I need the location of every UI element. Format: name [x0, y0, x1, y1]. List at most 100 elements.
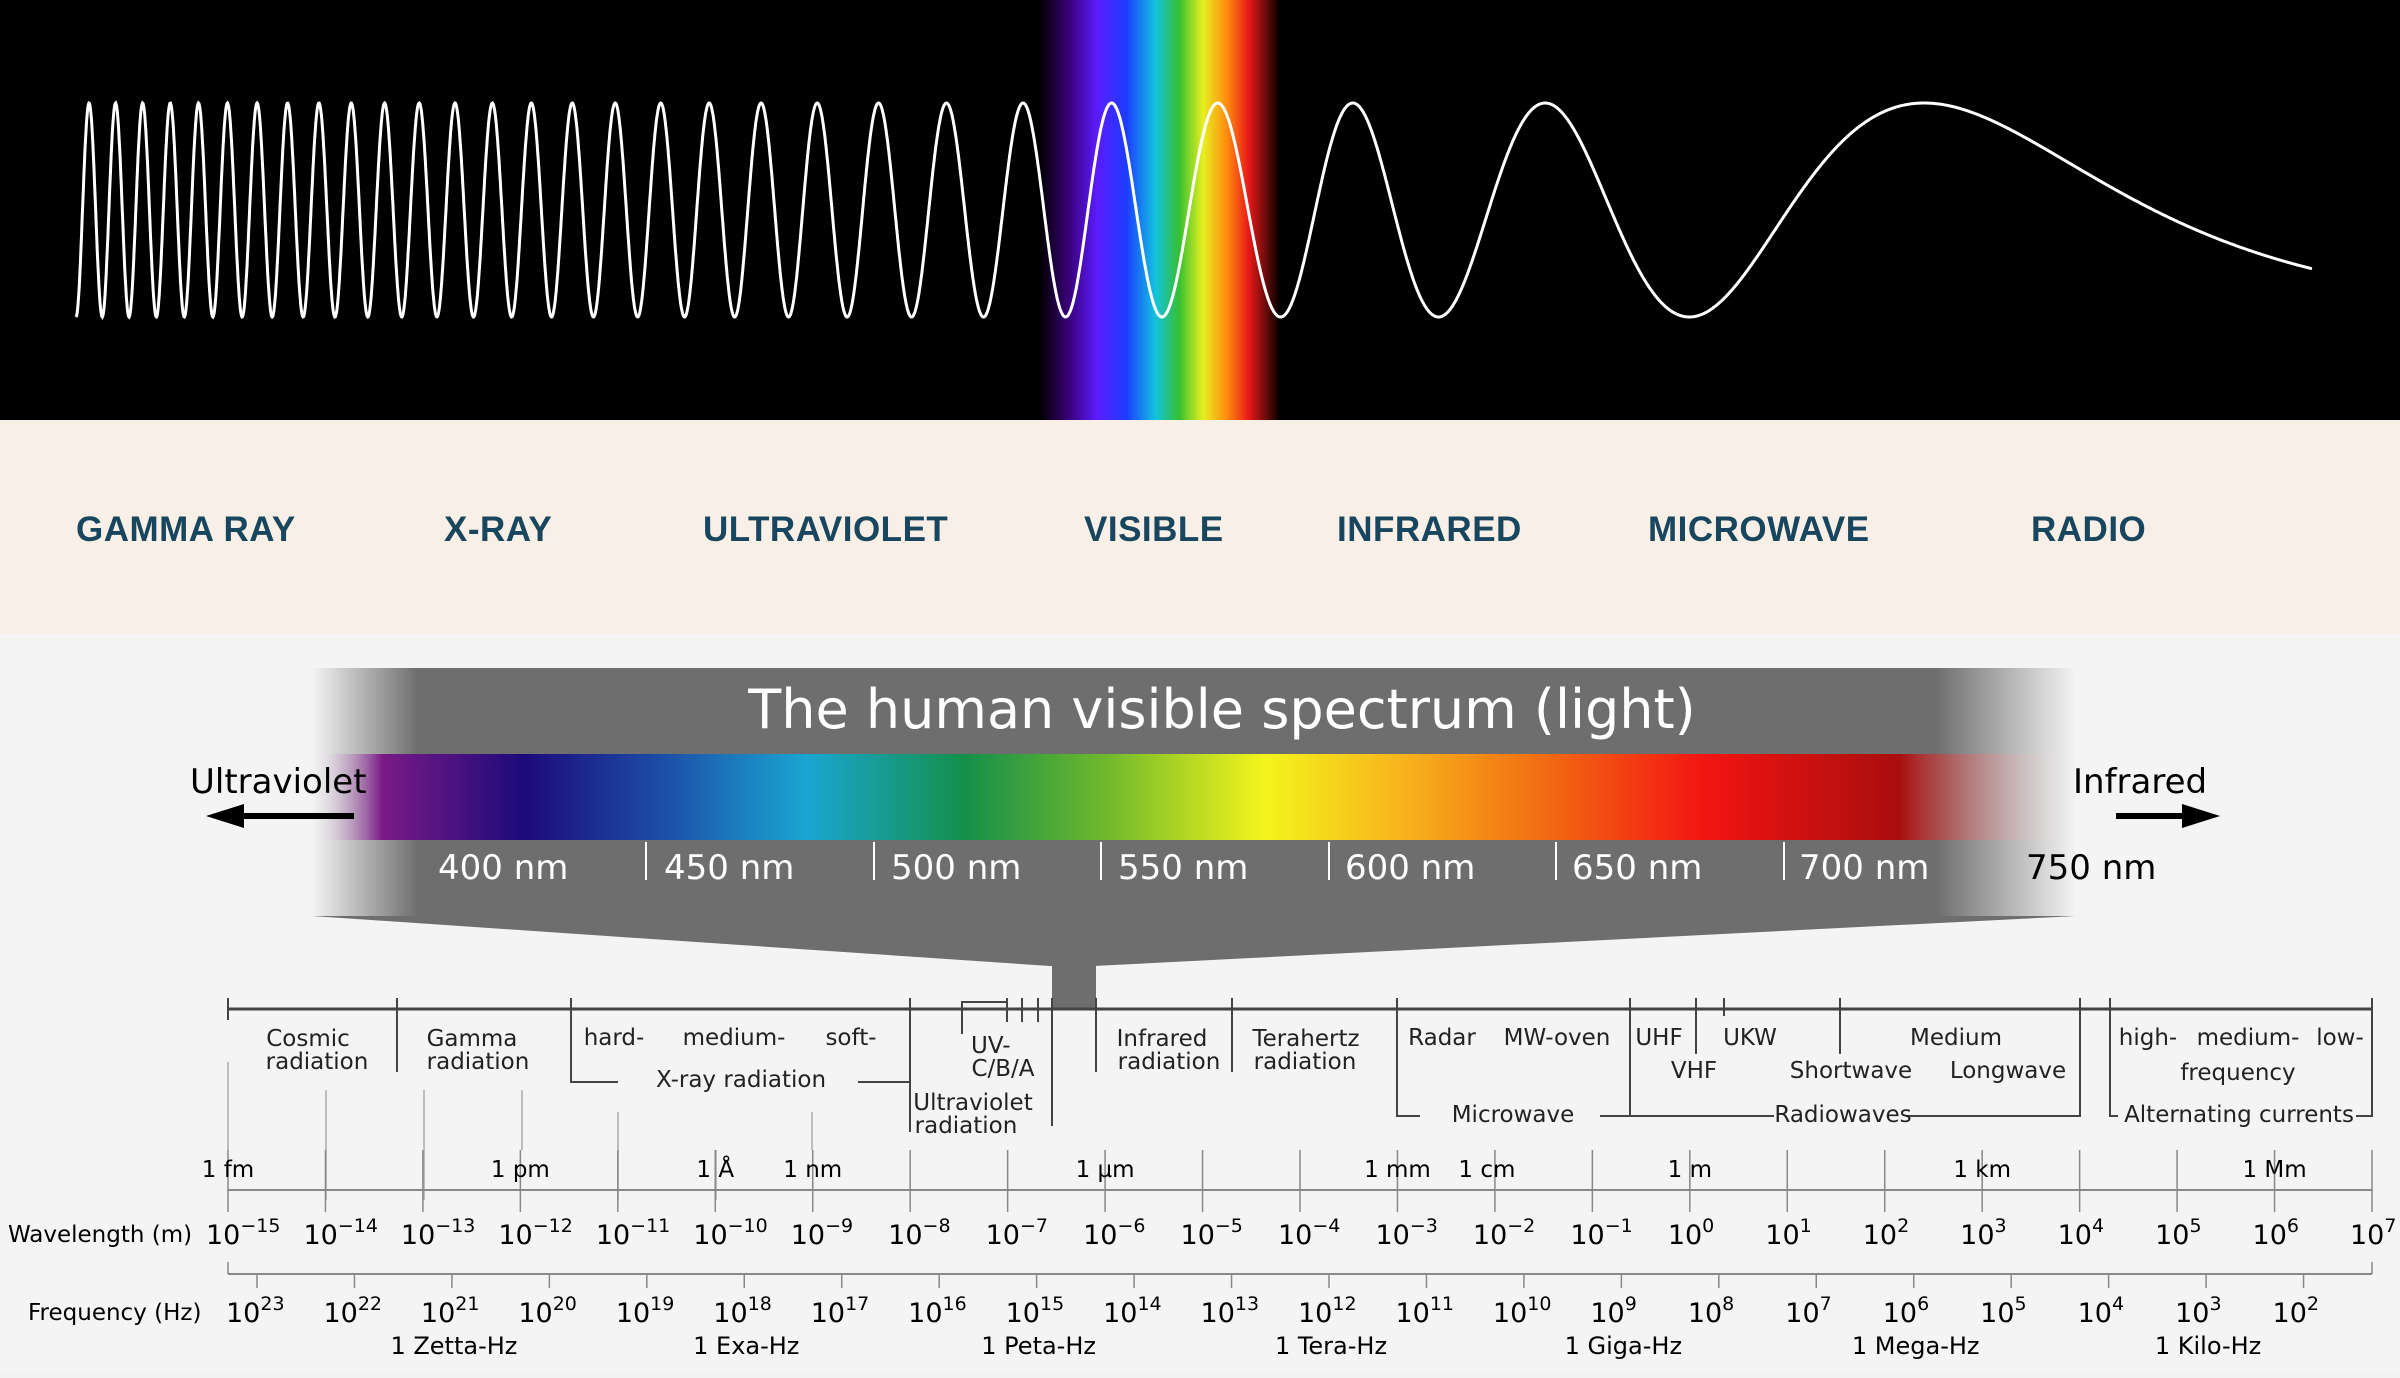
nm-tick-750: 750 nm — [2026, 848, 2156, 888]
label-alternating-currents: Alternating currents — [2124, 1102, 2354, 1128]
wavelength-tick-label: 10−5 — [1181, 1215, 1243, 1251]
label-cosmic-radiation: radiation — [266, 1049, 369, 1075]
wavelength-tick-label: 103 — [1960, 1215, 2006, 1251]
frequency-unit-label: 1 Peta-Hz — [981, 1332, 1096, 1360]
wavelength-tick-label: 102 — [1863, 1215, 1909, 1251]
frequency-axis: 1023 1022 1021 1020 1019 1018 1017 1016 1015 1014… — [226, 1262, 2373, 1360]
frequency-unit-label: 1 Exa-Hz — [693, 1332, 799, 1360]
wavelength-label: Wavelength (m) — [8, 1222, 192, 1248]
frequency-tick-label: 1015 — [1006, 1293, 1065, 1329]
wavelength-tick-label: 10−6 — [1083, 1215, 1145, 1251]
wavelength-tick-label: 10−11 — [596, 1215, 670, 1251]
band-label-ultraviolet: ULTRAVIOLET — [703, 510, 949, 549]
band-label-microwave: MICROWAVE — [1648, 510, 1870, 549]
frequency-unit-label: 1 Kilo-Hz — [2155, 1332, 2261, 1360]
wavelength-tick-label: 107 — [2350, 1215, 2396, 1251]
frequency-tick-label: 109 — [1590, 1293, 1636, 1329]
frequency-tick-label: 1021 — [421, 1293, 480, 1329]
nm-tick-500: 500 nm — [891, 848, 1021, 888]
wavelength-tick-label: 10−9 — [791, 1215, 853, 1251]
frequency-tick-label: 105 — [1980, 1293, 2026, 1329]
wavelength-axis: 1 fm 1 pm 1 Å 1 nm 1 µm 1 mm 1 cm 1 m 1 km 1 Mm 1… — [202, 1150, 2396, 1251]
visible-spectrum-title: The human visible spectrum (light) — [747, 678, 1695, 741]
wavelength-unit-label: 1 km — [1953, 1157, 2011, 1183]
wavelength-tick-label: 10−1 — [1570, 1215, 1632, 1251]
frequency-tick-label: 1012 — [1298, 1293, 1357, 1329]
wavelength-tick-label: 10−13 — [401, 1215, 475, 1251]
frequency-unit-label: 1 Giga-Hz — [1565, 1332, 1682, 1360]
label-medium-wave: Medium — [1910, 1025, 2002, 1051]
label-shortwave: Shortwave — [1790, 1058, 1912, 1084]
band-label-x-ray: X-RAY — [444, 510, 553, 549]
label-mw-oven: MW-oven — [1504, 1025, 1611, 1051]
wavelength-tick-label: 10−7 — [986, 1215, 1048, 1251]
band-label-infrared: INFRARED — [1337, 510, 1522, 549]
frequency-tick-label: 107 — [1785, 1293, 1831, 1329]
label-hard: hard- — [584, 1025, 645, 1051]
label-terahertz-radiation: radiation — [1254, 1049, 1357, 1075]
frequency-tick-label: 102 — [2273, 1293, 2319, 1329]
frequency-tick-label: 108 — [1688, 1293, 1734, 1329]
nm-tick-550: 550 nm — [1118, 848, 1248, 888]
wavelength-unit-label: 1 fm — [202, 1157, 254, 1183]
wavelength-unit-label: 1 m — [1668, 1157, 1712, 1183]
band-label-radio: RADIO — [2031, 510, 2147, 549]
wavelength-tick-label: 10−4 — [1278, 1215, 1340, 1251]
visible-spectrum-gradient — [312, 754, 2076, 840]
wavelength-tick-label: 101 — [1765, 1215, 1811, 1251]
wavelength-tick-label: 10−15 — [206, 1215, 280, 1251]
wavelength-tick-label: 104 — [2058, 1215, 2104, 1251]
wavelength-tick-label: 10−8 — [888, 1215, 950, 1251]
frequency-tick-label: 1020 — [518, 1293, 577, 1329]
wave-panel — [0, 0, 2400, 420]
wavelength-unit-label: 1 nm — [783, 1157, 842, 1183]
wavelength-tick-label: 106 — [2253, 1215, 2299, 1251]
nm-tick-450: 450 nm — [664, 848, 794, 888]
wavelength-unit-label: 1 Å — [696, 1155, 734, 1183]
label-uhf: UHF — [1635, 1025, 1682, 1051]
frequency-unit-label: 1 Zetta-Hz — [390, 1332, 517, 1360]
frequency-unit-label: 1 Tera-Hz — [1275, 1332, 1387, 1360]
frequency-tick-label: 1019 — [616, 1293, 675, 1329]
wavelength-unit-label: 1 cm — [1458, 1157, 1515, 1183]
wavelength-tick-label: 10−12 — [498, 1215, 572, 1251]
wavelength-unit-label: 1 µm — [1076, 1157, 1135, 1183]
wavelength-tick-label: 10−14 — [303, 1215, 377, 1251]
label-gamma-radiation: radiation — [427, 1049, 530, 1075]
frequency-tick-label: 106 — [1883, 1293, 1929, 1329]
spectrum-diagram: The human visible spectrum (light) Ultra… — [8, 668, 2396, 1360]
rainbow-band — [1040, 0, 1280, 420]
frequency-tick-label: 104 — [2078, 1293, 2124, 1329]
label-medium-freq: medium- — [2197, 1025, 2300, 1051]
infrared-label: Infrared — [2073, 762, 2207, 802]
label-longwave: Longwave — [1950, 1058, 2066, 1084]
label-radar: Radar — [1408, 1025, 1476, 1051]
wavelength-tick-label: 100 — [1668, 1215, 1714, 1251]
wavelength-unit-label: 1 pm — [491, 1157, 550, 1183]
frequency-tick-label: 1011 — [1395, 1293, 1454, 1329]
nm-tick-400: 400 nm — [438, 848, 568, 888]
label-vhf: VHF — [1671, 1058, 1717, 1084]
label-soft: soft- — [825, 1025, 876, 1051]
nm-tick-700: 700 nm — [1799, 848, 1929, 888]
frequency-tick-label: 1013 — [1201, 1293, 1260, 1329]
label-frequency: frequency — [2180, 1060, 2295, 1086]
frequency-tick-label: 1010 — [1493, 1293, 1552, 1329]
wavelength-unit-label: 1 mm — [1364, 1157, 1431, 1183]
nm-tick-600: 600 nm — [1345, 848, 1475, 888]
infrared-arrow — [2116, 804, 2220, 828]
frequency-tick-label: 1016 — [908, 1293, 967, 1329]
frequency-label: Frequency (Hz) — [28, 1300, 201, 1326]
label-medium: medium- — [683, 1025, 786, 1051]
frequency-tick-label: 1022 — [323, 1293, 382, 1329]
wavelength-tick-label: 10−3 — [1375, 1215, 1437, 1251]
label-low: low- — [2316, 1025, 2364, 1051]
nm-tick-650: 650 nm — [1572, 848, 1702, 888]
band-label-visible: VISIBLE — [1084, 510, 1224, 549]
wavelength-tick-label: 10−10 — [693, 1215, 767, 1251]
label-ultraviolet-radiation: radiation — [915, 1113, 1018, 1139]
frequency-tick-label: 1014 — [1103, 1293, 1162, 1329]
frequency-tick-label: 103 — [2175, 1293, 2221, 1329]
frequency-tick-label: 1017 — [811, 1293, 870, 1329]
band-label-gamma-ray: GAMMA RAY — [76, 510, 296, 549]
